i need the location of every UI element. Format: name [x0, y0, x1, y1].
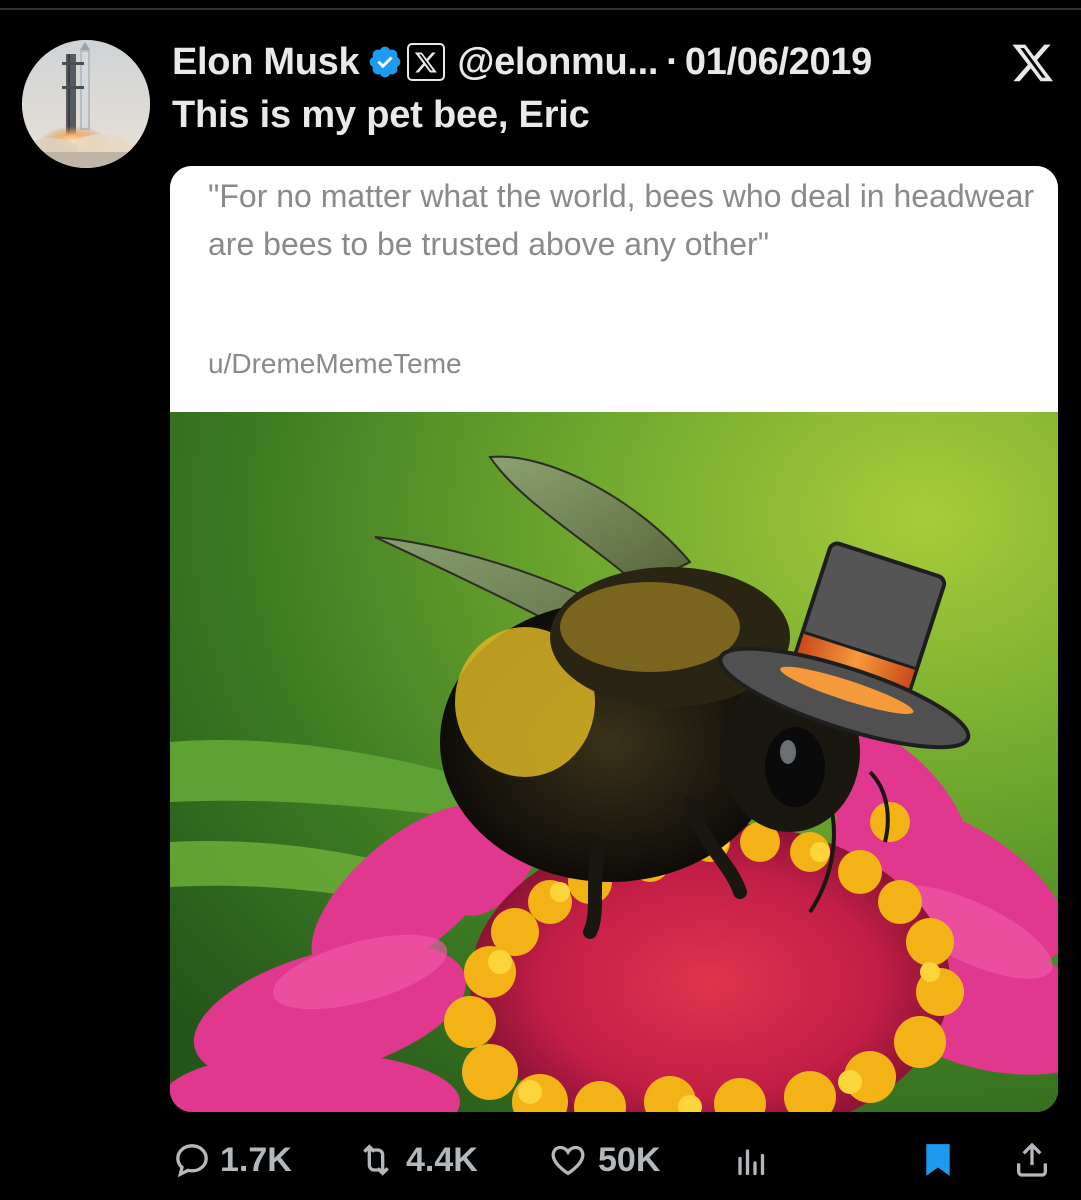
reply-icon: [176, 1144, 208, 1178]
tweet-date[interactable]: 01/06/2019: [685, 41, 872, 84]
reply-button[interactable]: 1.7K: [172, 1130, 292, 1190]
author-handle[interactable]: @elonmu...: [457, 41, 658, 84]
heart-icon: [551, 1145, 585, 1176]
share-icon: [1017, 1142, 1047, 1177]
repost-count: 4.4K: [406, 1140, 478, 1179]
bookmark-icon: [926, 1144, 950, 1176]
x-affiliation-icon[interactable]: [407, 43, 446, 81]
like-button[interactable]: 50K: [546, 1130, 660, 1190]
like-count: 50K: [598, 1140, 661, 1179]
avatar[interactable]: [22, 40, 150, 168]
quote-card: "For no matter what the world, bees who …: [170, 166, 1058, 412]
tweet-media[interactable]: "For no matter what the world, bees who …: [170, 166, 1058, 1112]
action-bar: 1.7K 4.4K 50K: [0, 1130, 1081, 1190]
tweet-text: This is my pet bee, Eric: [172, 94, 590, 136]
tweet-header: Elon Musk @elonmu... · 01/06/2019: [172, 36, 872, 88]
quote-author: u/DremeMemeTeme: [208, 348, 462, 379]
verified-badge-icon: [369, 46, 401, 78]
bookmark-button[interactable]: [918, 1130, 966, 1190]
x-logo-icon: [1012, 44, 1053, 82]
repost-icon: [363, 1144, 389, 1176]
top-divider: [0, 8, 1081, 10]
author-name[interactable]: Elon Musk: [172, 41, 360, 84]
reply-count: 1.7K: [220, 1140, 292, 1179]
views-chart-icon: [738, 1149, 765, 1176]
rocket-launch-avatar-image: [22, 40, 150, 168]
quote-text: "For no matter what the world, bees who …: [208, 178, 1035, 262]
separator-dot: ·: [666, 40, 679, 83]
views-button[interactable]: [734, 1130, 778, 1190]
repost-button[interactable]: 4.4K: [354, 1130, 478, 1190]
bee-photo: [170, 412, 1058, 1112]
share-button[interactable]: [1012, 1130, 1060, 1190]
